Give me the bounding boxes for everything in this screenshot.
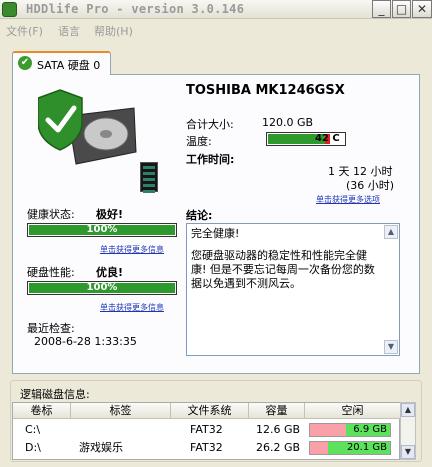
performance-more-info-link[interactable]: 单击获得更多信息 xyxy=(100,302,164,313)
tab-label: SATA 硬盘 0 xyxy=(37,59,101,72)
mini-meter-icon xyxy=(140,162,158,193)
column-header-capacity[interactable]: 容量 xyxy=(249,403,305,419)
health-status: 极好! xyxy=(96,208,124,221)
maximize-button[interactable]: □ xyxy=(392,0,411,18)
worktime-hours: (36 小时) xyxy=(346,179,395,192)
health-more-info-link[interactable]: 单击获得更多信息 xyxy=(100,244,164,255)
performance-status: 优良! xyxy=(96,266,124,279)
conclusion-textbox[interactable]: 完全健康! 您硬盘驱动器的稳定性和性能完全健康! 但是不要忘记每周一次备份您的数… xyxy=(186,223,400,356)
row-filesystem: FAT32 xyxy=(190,441,223,454)
minimize-button[interactable]: _ xyxy=(372,0,391,18)
logical-disks-label: 逻辑磁盘信息: xyxy=(20,388,90,401)
tab-sata-disk-0[interactable]: ✔ SATA 硬盘 0 xyxy=(12,51,111,75)
scroll-down-icon[interactable]: ▼ xyxy=(384,340,398,354)
row-volume: C:\ xyxy=(25,423,41,436)
row-free: 6.9 GB xyxy=(353,424,387,435)
window-title: HDDlife Pro - version 3.0.146 xyxy=(26,2,245,16)
column-header-free[interactable]: 空闲 xyxy=(305,403,401,419)
checkmark-icon: ✔ xyxy=(18,56,32,70)
app-icon xyxy=(2,2,17,17)
capacity-label: 合计大小: xyxy=(186,118,234,131)
menu-file[interactable]: 文件(F) xyxy=(6,23,43,39)
drive-model: TOSHIBA MK1246GSX xyxy=(186,83,345,98)
health-percent: 100% xyxy=(86,224,118,235)
more-options-link[interactable]: 单击获得更多选项 xyxy=(316,194,380,205)
row-filesystem: FAT32 xyxy=(190,423,223,436)
app-window: HDDlife Pro - version 3.0.146 _ □ ✕ 文件(F… xyxy=(0,0,432,467)
column-header-filesystem[interactable]: 文件系统 xyxy=(171,403,249,419)
row-capacity: 12.6 GB xyxy=(256,423,301,436)
logical-disks-table: 卷标 标签 文件系统 容量 空闲 C:\ FAT32 12.6 GB 6.9 G… xyxy=(12,402,401,460)
free-space-bar: 6.9 GB xyxy=(309,423,391,437)
scroll-up-icon[interactable]: ▲ xyxy=(384,225,398,239)
column-header-label[interactable]: 标签 xyxy=(71,403,171,419)
last-check-value: 2008-6-28 1:33:35 xyxy=(34,335,137,348)
free-space-bar: 20.1 GB xyxy=(309,441,391,455)
worktime-label: 工作时间: xyxy=(186,153,235,166)
title-bar[interactable]: HDDlife Pro - version 3.0.146 _ □ ✕ xyxy=(0,0,432,19)
performance-progress: 100% xyxy=(27,281,177,295)
temperature-value: 42 C xyxy=(315,133,340,144)
row-capacity: 26.2 GB xyxy=(256,441,301,454)
last-check-label: 最近检查: xyxy=(27,322,75,335)
temperature-label: 温度: xyxy=(186,135,212,148)
row-volume: D:\ xyxy=(25,441,41,454)
table-scrollbar[interactable]: ▲ ▼ xyxy=(400,402,416,460)
column-header-volume[interactable]: 卷标 xyxy=(13,403,71,419)
menu-language[interactable]: 语言 xyxy=(58,23,80,39)
performance-percent: 100% xyxy=(86,282,118,293)
performance-label: 硬盘性能: xyxy=(27,266,75,279)
health-progress: 100% xyxy=(27,223,177,237)
scroll-up-icon[interactable]: ▲ xyxy=(401,403,415,417)
menu-help[interactable]: 帮助(H) xyxy=(94,23,133,39)
row-free: 20.1 GB xyxy=(346,442,387,453)
health-label: 健康状态: xyxy=(27,208,75,221)
capacity-value: 120.0 GB xyxy=(262,116,314,129)
conclusion-body: 您硬盘驱动器的稳定性和性能完全健康! 但是不要忘记每周一次备份您的数据以免遇到不… xyxy=(191,249,375,290)
menu-bar: 文件(F) 语言 帮助(H) xyxy=(0,20,432,41)
scroll-down-icon[interactable]: ▼ xyxy=(401,445,415,459)
conclusion-headline: 完全健康! xyxy=(191,227,240,240)
conclusion-label: 结论: xyxy=(186,209,213,222)
temperature-meter: 42 C xyxy=(266,132,346,146)
close-button[interactable]: ✕ xyxy=(412,0,432,18)
row-label: 游戏娱乐 xyxy=(79,441,123,454)
hard-drive-shield-icon xyxy=(38,89,137,165)
